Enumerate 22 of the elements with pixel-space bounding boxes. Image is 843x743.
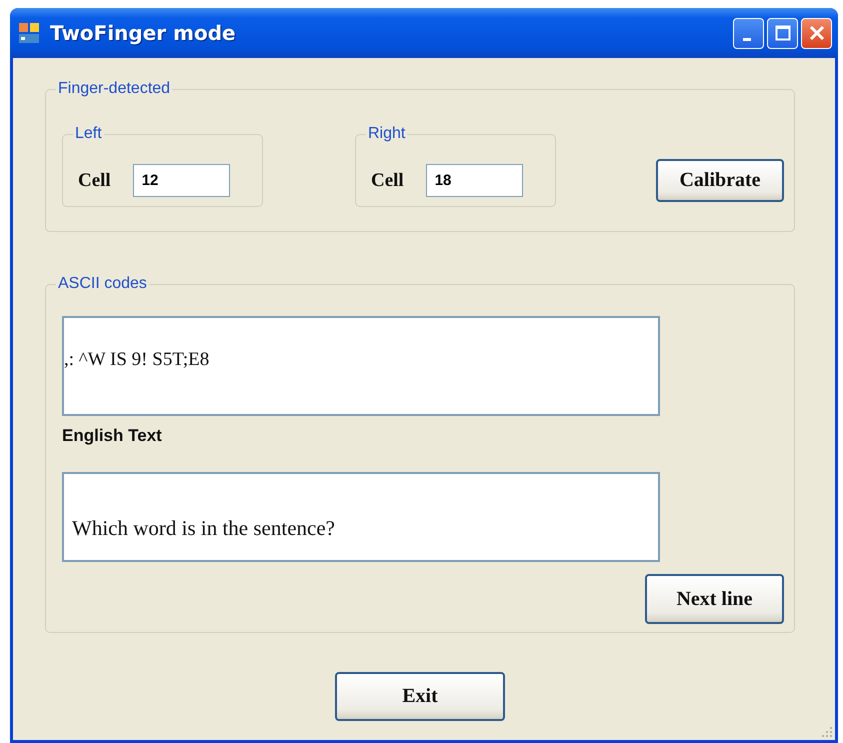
english-text-box[interactable]: Which word is in the sentence? bbox=[62, 472, 660, 562]
group-legend: ASCII codes bbox=[56, 275, 149, 293]
english-text-label: English Text bbox=[62, 426, 162, 446]
window-title: TwoFinger mode bbox=[50, 21, 237, 45]
ascii-text-box[interactable]: ,: ^W IS 9! S5T;E8 bbox=[62, 316, 660, 416]
calibrate-button[interactable]: Calibrate bbox=[656, 159, 784, 202]
close-button[interactable] bbox=[801, 18, 832, 48]
cell-label: Cell bbox=[78, 170, 111, 192]
maximize-button[interactable] bbox=[767, 18, 798, 48]
group-legend: Left bbox=[73, 125, 104, 143]
minimize-button[interactable] bbox=[733, 18, 764, 48]
app-icon bbox=[18, 22, 40, 44]
group-legend: Right bbox=[366, 125, 408, 143]
minimize-icon bbox=[742, 38, 750, 40]
maximize-icon bbox=[772, 23, 792, 43]
group-legend: Finger-detected bbox=[56, 80, 172, 98]
next-line-button[interactable]: Next line bbox=[645, 574, 784, 624]
cell-label: Cell bbox=[371, 170, 404, 192]
cell-field[interactable]: 18 bbox=[426, 164, 523, 197]
cell-field[interactable]: 12 bbox=[132, 164, 230, 197]
exit-button[interactable]: Exit bbox=[335, 672, 505, 721]
resize-grip-icon[interactable] bbox=[821, 726, 833, 738]
